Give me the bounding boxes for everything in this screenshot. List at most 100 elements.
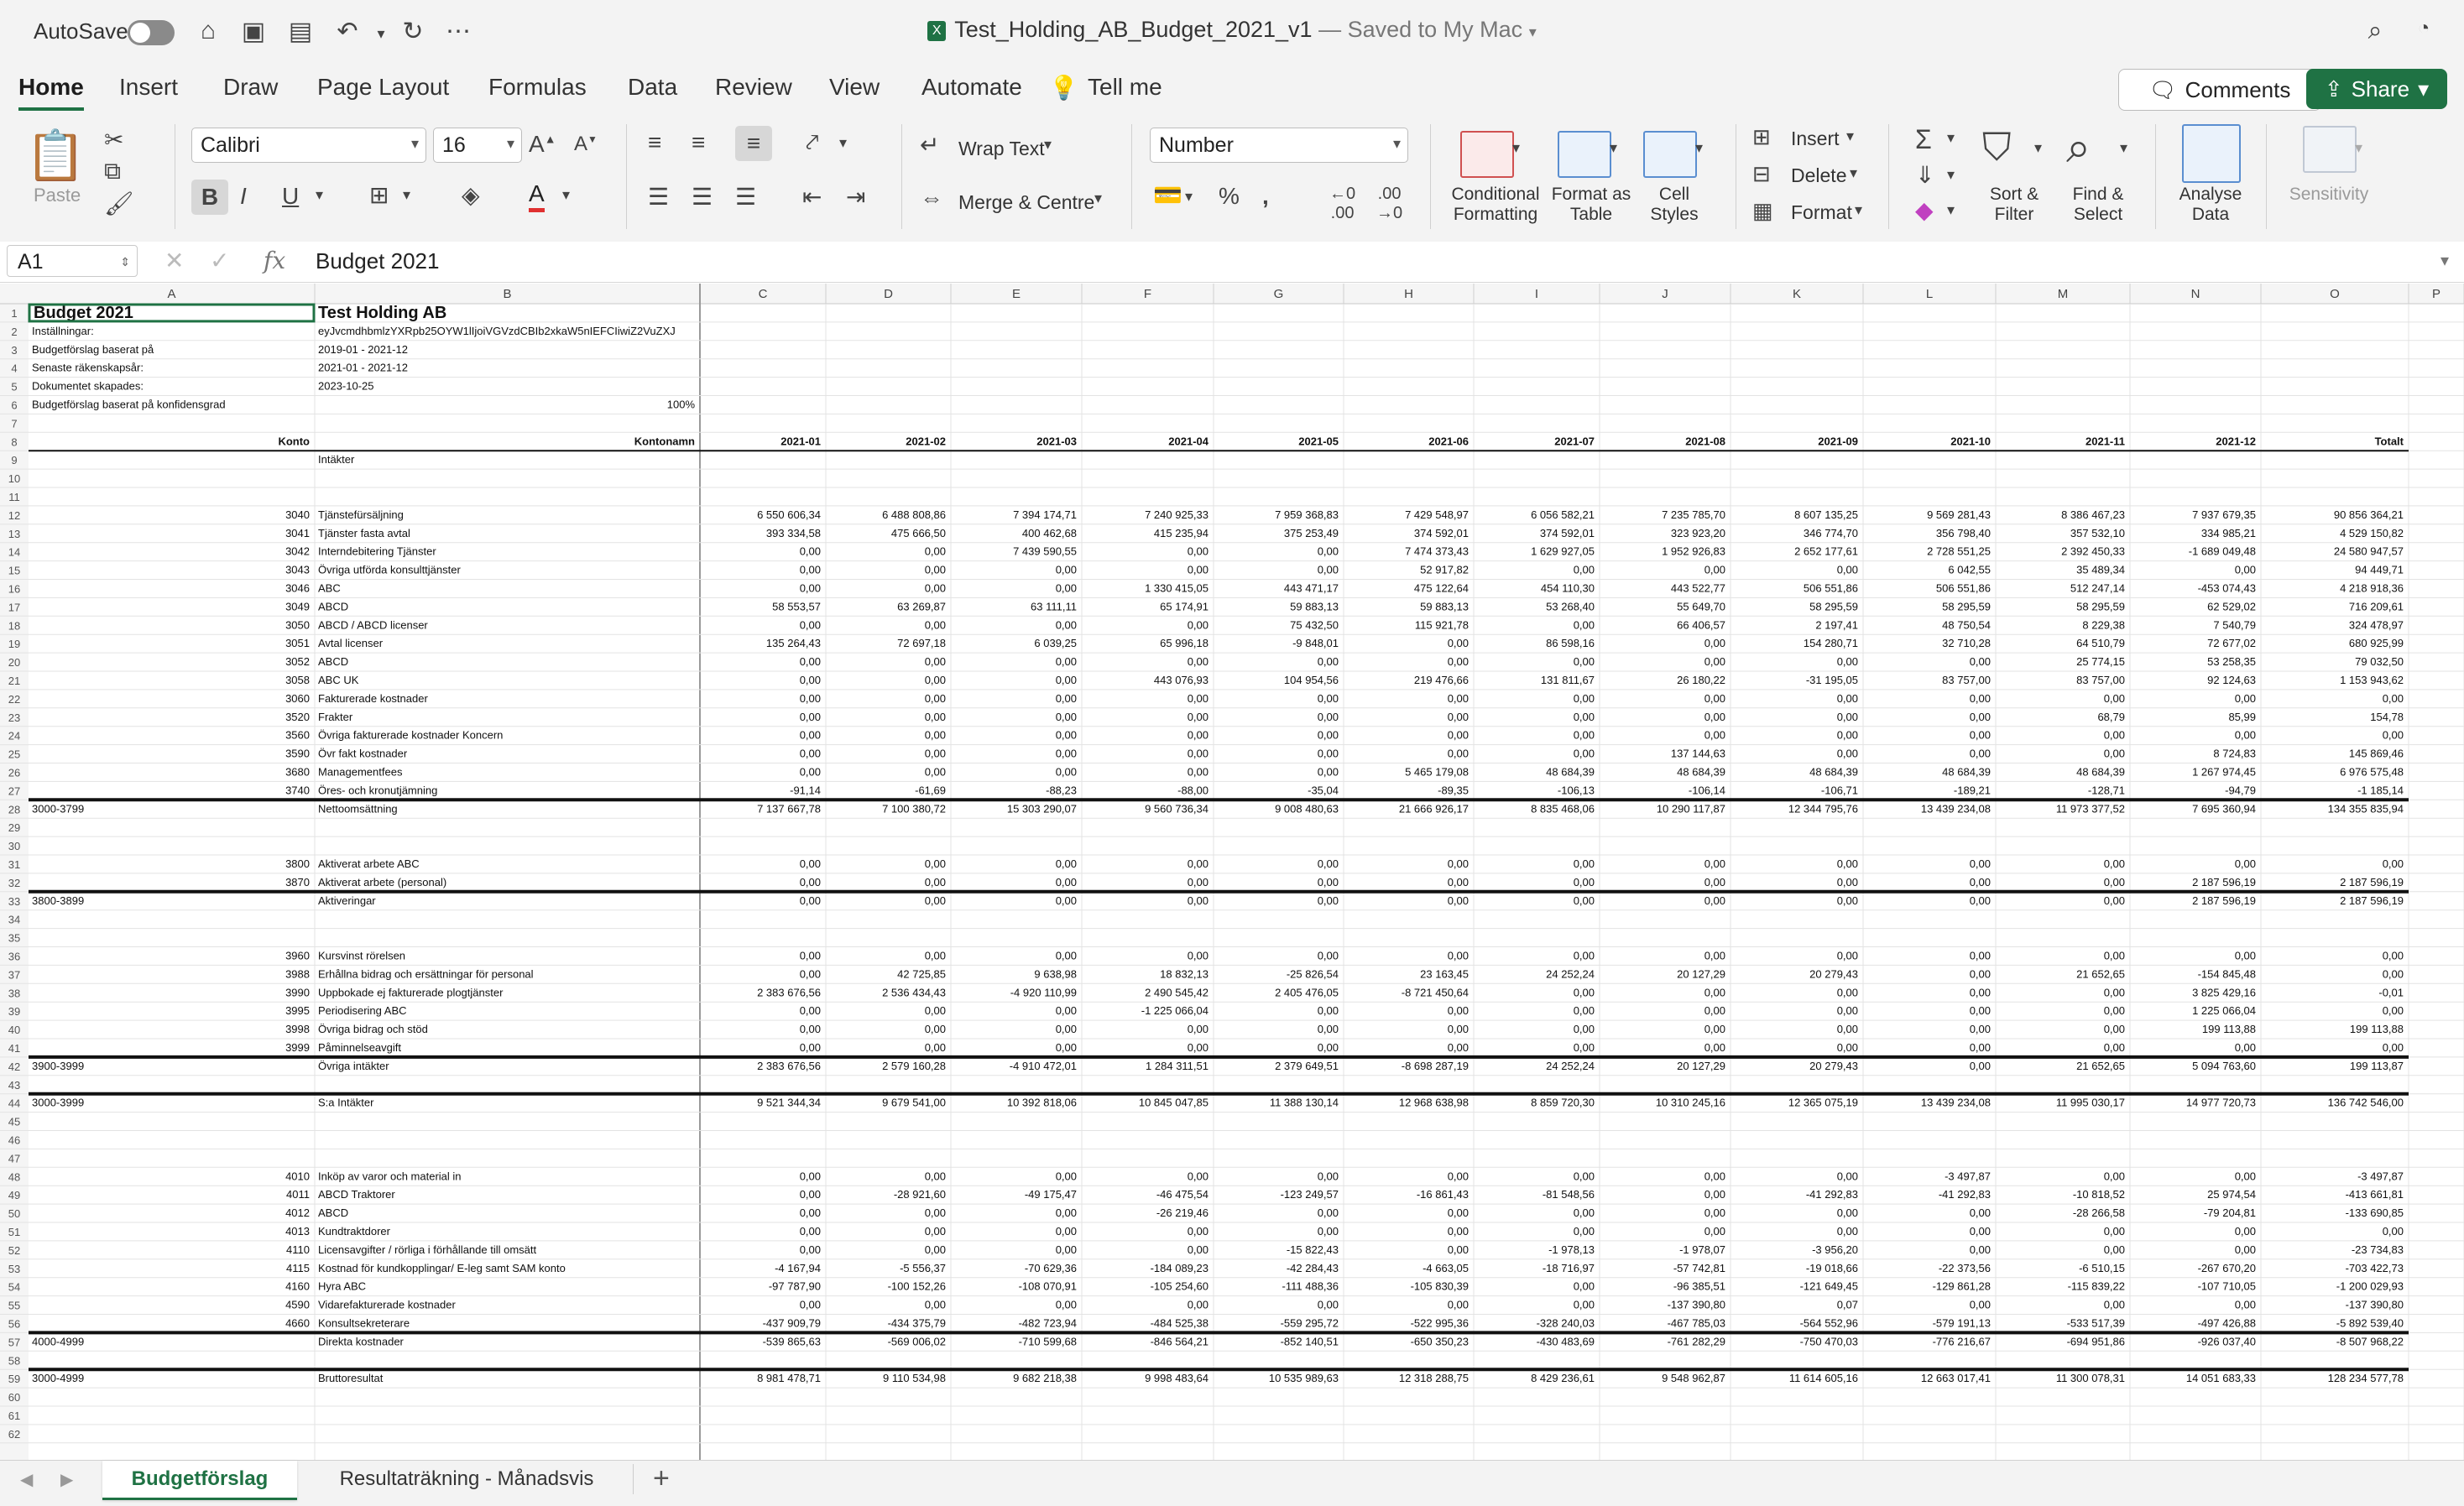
orientation-dropdown-icon[interactable]: ▾ — [839, 134, 847, 152]
find-dropdown-icon[interactable]: ▾ — [2120, 139, 2127, 157]
wrap-text-icon[interactable]: ↵ — [920, 131, 939, 159]
tab-automate[interactable]: Automate — [921, 74, 1022, 101]
tab-view[interactable]: View — [829, 74, 880, 101]
orientation-icon[interactable]: ⤤ — [806, 129, 819, 157]
format-cells-icon[interactable]: ▦ — [1752, 198, 1773, 224]
align-right-icon[interactable]: ☰ — [735, 183, 756, 211]
bold-icon[interactable]: B — [191, 180, 228, 215]
confirm-icon[interactable]: ✓ — [210, 247, 229, 274]
tab-formulas[interactable]: Formulas — [488, 74, 587, 101]
borders-dropdown-icon[interactable]: ▾ — [403, 186, 410, 204]
cancel-icon[interactable]: ✕ — [164, 247, 184, 274]
format-painter-icon[interactable]: 🖌 — [104, 190, 134, 217]
tell-me-field[interactable]: Tell me — [1088, 74, 1162, 101]
increase-indent-icon[interactable]: ⇥ — [846, 183, 865, 211]
merge-dropdown-icon[interactable]: ▾ — [1094, 190, 1102, 207]
tab-insert[interactable]: Insert — [119, 74, 178, 101]
clear-dropdown-icon[interactable]: ▾ — [1947, 201, 1955, 219]
comma-style-icon[interactable]: , — [1262, 183, 1269, 210]
paste-icon[interactable]: 📋 — [25, 128, 86, 185]
tab-page-layout[interactable]: Page Layout — [317, 74, 449, 101]
align-left-icon[interactable]: ☰ — [648, 183, 669, 211]
merge-center-icon[interactable]: ⇔ — [920, 185, 943, 211]
fill-icon[interactable]: ⇓ — [1915, 161, 1934, 189]
tab-data[interactable]: Data — [628, 74, 677, 101]
cut-icon[interactable]: ✂ — [104, 126, 123, 154]
decrease-indent-icon[interactable]: ⇤ — [802, 183, 822, 211]
sheet-tab-resultatrakning[interactable]: Resultaträkning - Månadsvis — [311, 1461, 623, 1498]
font-color-icon[interactable]: A — [529, 180, 545, 212]
sensitivity-dropdown-icon[interactable]: ▾ — [2355, 139, 2362, 157]
name-box[interactable]: A1 ⇕ — [7, 245, 138, 277]
delete-cells-icon[interactable]: ⊟ — [1752, 161, 1771, 187]
fill-color-icon[interactable]: ◈ — [462, 181, 480, 209]
autosum-dropdown-icon[interactable]: ▾ — [1947, 129, 1955, 147]
analyse-data-icon[interactable] — [2182, 124, 2241, 183]
underline-dropdown-icon[interactable]: ▾ — [316, 186, 323, 204]
conditional-formatting-icon[interactable] — [1460, 131, 1514, 178]
conditional-formatting-button[interactable]: Conditional Formatting — [1443, 185, 1548, 225]
sensitivity-button[interactable]: Sensitivity — [2283, 185, 2375, 205]
percent-icon[interactable]: % — [1219, 183, 1240, 210]
decrease-font-icon[interactable]: A▼ — [574, 133, 598, 156]
worksheet-grid[interactable]: A B C D E F G H I J K L M N O P 1 2 3 4 5 6 7 8 9 10 11 12 13 14 15 16 1… — [0, 284, 2464, 1460]
cell-styles-icon[interactable] — [1643, 131, 1697, 178]
delete-cells-button[interactable]: Delete — [1791, 164, 1846, 187]
account-icon[interactable]: ◔ — [2405, 17, 2442, 40]
add-sheet-icon[interactable]: + — [653, 1462, 670, 1495]
sort-filter-button[interactable]: Sort & Filter — [1972, 185, 2056, 225]
sensitivity-icon[interactable] — [2303, 126, 2357, 173]
number-format-select[interactable]: Number ▾ — [1150, 128, 1408, 163]
align-middle-icon[interactable]: ≡ — [692, 129, 705, 156]
currency-icon[interactable]: 💳 — [1153, 181, 1182, 209]
prev-sheet-icon[interactable]: ◀ — [20, 1469, 33, 1490]
tab-draw[interactable]: Draw — [223, 74, 278, 101]
share-button[interactable]: ⇪ Share ▾ — [2306, 69, 2447, 109]
increase-decimal-icon[interactable]: ←0.00 — [1329, 185, 1355, 223]
next-sheet-icon[interactable]: ▶ — [60, 1469, 73, 1490]
font-color-dropdown-icon[interactable]: ▾ — [562, 186, 570, 204]
cf-dropdown-icon[interactable]: ▾ — [1512, 139, 1520, 157]
format-cells-button[interactable]: Format — [1791, 201, 1852, 224]
italic-icon[interactable]: I — [240, 183, 247, 210]
tab-review[interactable]: Review — [715, 74, 792, 101]
cell-styles-button[interactable]: Cell Styles — [1637, 185, 1712, 225]
align-center-icon[interactable]: ☰ — [692, 183, 713, 211]
merge-center-button[interactable]: Merge & Centre — [958, 191, 1094, 214]
underline-icon[interactable]: U — [282, 183, 299, 210]
wrap-text-button[interactable]: Wrap Text — [958, 138, 1045, 160]
worksheet-canvas[interactable]: A B C D E F G H I J K L M N O P123456789101112131415161… — [0, 284, 2464, 1460]
sheet-tab-budgetforslag[interactable]: Budgetförslag — [102, 1461, 297, 1500]
search-icon[interactable]: ⌕ — [2357, 17, 2394, 45]
name-box-stepper-icon[interactable]: ⇕ — [120, 246, 130, 278]
analyse-data-button[interactable]: Analyse Data — [2169, 185, 2253, 225]
currency-dropdown-icon[interactable]: ▾ — [1185, 188, 1193, 206]
find-select-icon[interactable]: ⌕ — [2066, 122, 2091, 174]
sort-filter-icon[interactable]: ⛉ — [1982, 124, 2012, 171]
expand-formula-icon[interactable]: ▾ — [2441, 250, 2449, 271]
font-name-select[interactable]: Calibri ▾ — [191, 128, 426, 163]
autosum-icon[interactable]: Σ — [1915, 124, 1932, 155]
wrap-text-dropdown-icon[interactable]: ▾ — [1044, 136, 1052, 154]
fat-dropdown-icon[interactable]: ▾ — [1610, 139, 1617, 157]
format-as-table-icon[interactable] — [1558, 131, 1611, 178]
title-chevron-icon[interactable]: ▾ — [1529, 23, 1537, 40]
formula-input[interactable]: Budget 2021 — [316, 248, 439, 274]
increase-font-icon[interactable]: A▲ — [529, 131, 556, 158]
tab-home[interactable]: Home — [18, 74, 84, 111]
find-select-button[interactable]: Find & Select — [2056, 185, 2140, 225]
format-as-table-button[interactable]: Format as Table — [1549, 185, 1633, 225]
clear-icon[interactable]: ◆ — [1915, 196, 1934, 224]
align-top-icon[interactable]: ≡ — [648, 129, 661, 156]
align-bottom-icon[interactable]: ≡ — [735, 126, 772, 161]
comments-button[interactable]: 🗨 Comments — [2118, 69, 2321, 111]
insert-cells-icon[interactable]: ⊞ — [1752, 124, 1771, 150]
borders-icon[interactable]: ⊞ — [369, 181, 389, 209]
format-dropdown-icon[interactable]: ▾ — [1855, 201, 1862, 219]
delete-dropdown-icon[interactable]: ▾ — [1850, 164, 1857, 182]
function-icon[interactable]: fx — [264, 247, 285, 274]
cs-dropdown-icon[interactable]: ▾ — [1695, 139, 1703, 157]
fill-dropdown-icon[interactable]: ▾ — [1947, 166, 1955, 184]
sort-dropdown-icon[interactable]: ▾ — [2034, 139, 2042, 157]
font-size-select[interactable]: 16 ▾ — [433, 128, 522, 163]
